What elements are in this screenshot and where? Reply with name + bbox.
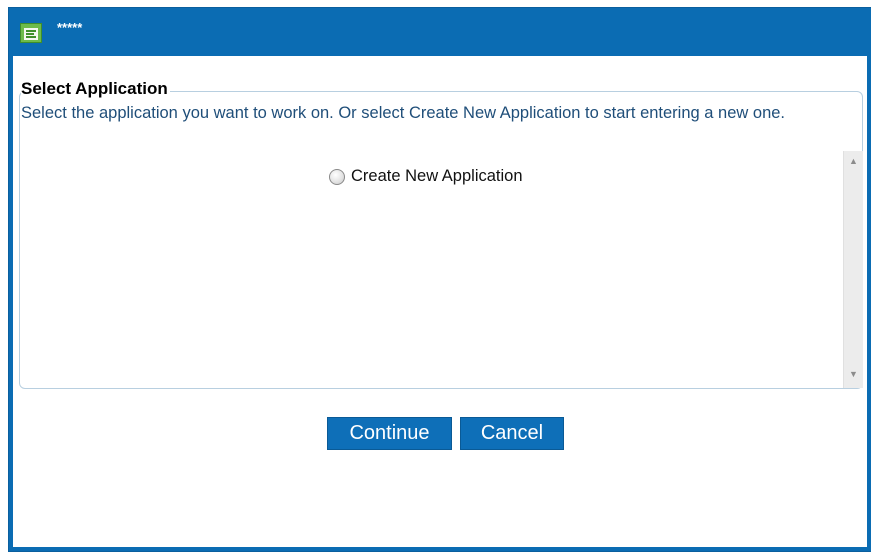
window-title: ***** — [57, 20, 83, 35]
list-scrollbar[interactable]: ▲ ▼ — [843, 151, 863, 388]
form-line — [26, 33, 34, 35]
form-line — [26, 36, 36, 38]
application-window: ***** Select Application Select the appl… — [8, 7, 871, 552]
form-line — [26, 30, 36, 32]
dialog-buttons: Continue Cancel — [327, 417, 564, 450]
title-bar: ***** — [9, 8, 871, 56]
scroll-down-arrow-icon[interactable]: ▼ — [844, 368, 863, 380]
scroll-up-arrow-icon[interactable]: ▲ — [844, 155, 863, 167]
create-new-application-label: Create New Application — [351, 167, 523, 185]
dialog-content: Select Application Select the applicatio… — [13, 56, 867, 547]
continue-button[interactable]: Continue — [327, 417, 452, 450]
form-sheet — [24, 28, 38, 40]
create-new-application-option[interactable]: Create New Application — [329, 167, 523, 186]
instructions-text: Select the application you want to work … — [21, 104, 786, 122]
select-application-legend: Select Application — [21, 79, 170, 99]
form-document-icon — [20, 23, 42, 43]
application-list: Create New Application ▲ ▼ — [21, 151, 863, 388]
create-new-application-radio[interactable] — [329, 168, 345, 185]
cancel-button[interactable]: Cancel — [460, 417, 564, 450]
